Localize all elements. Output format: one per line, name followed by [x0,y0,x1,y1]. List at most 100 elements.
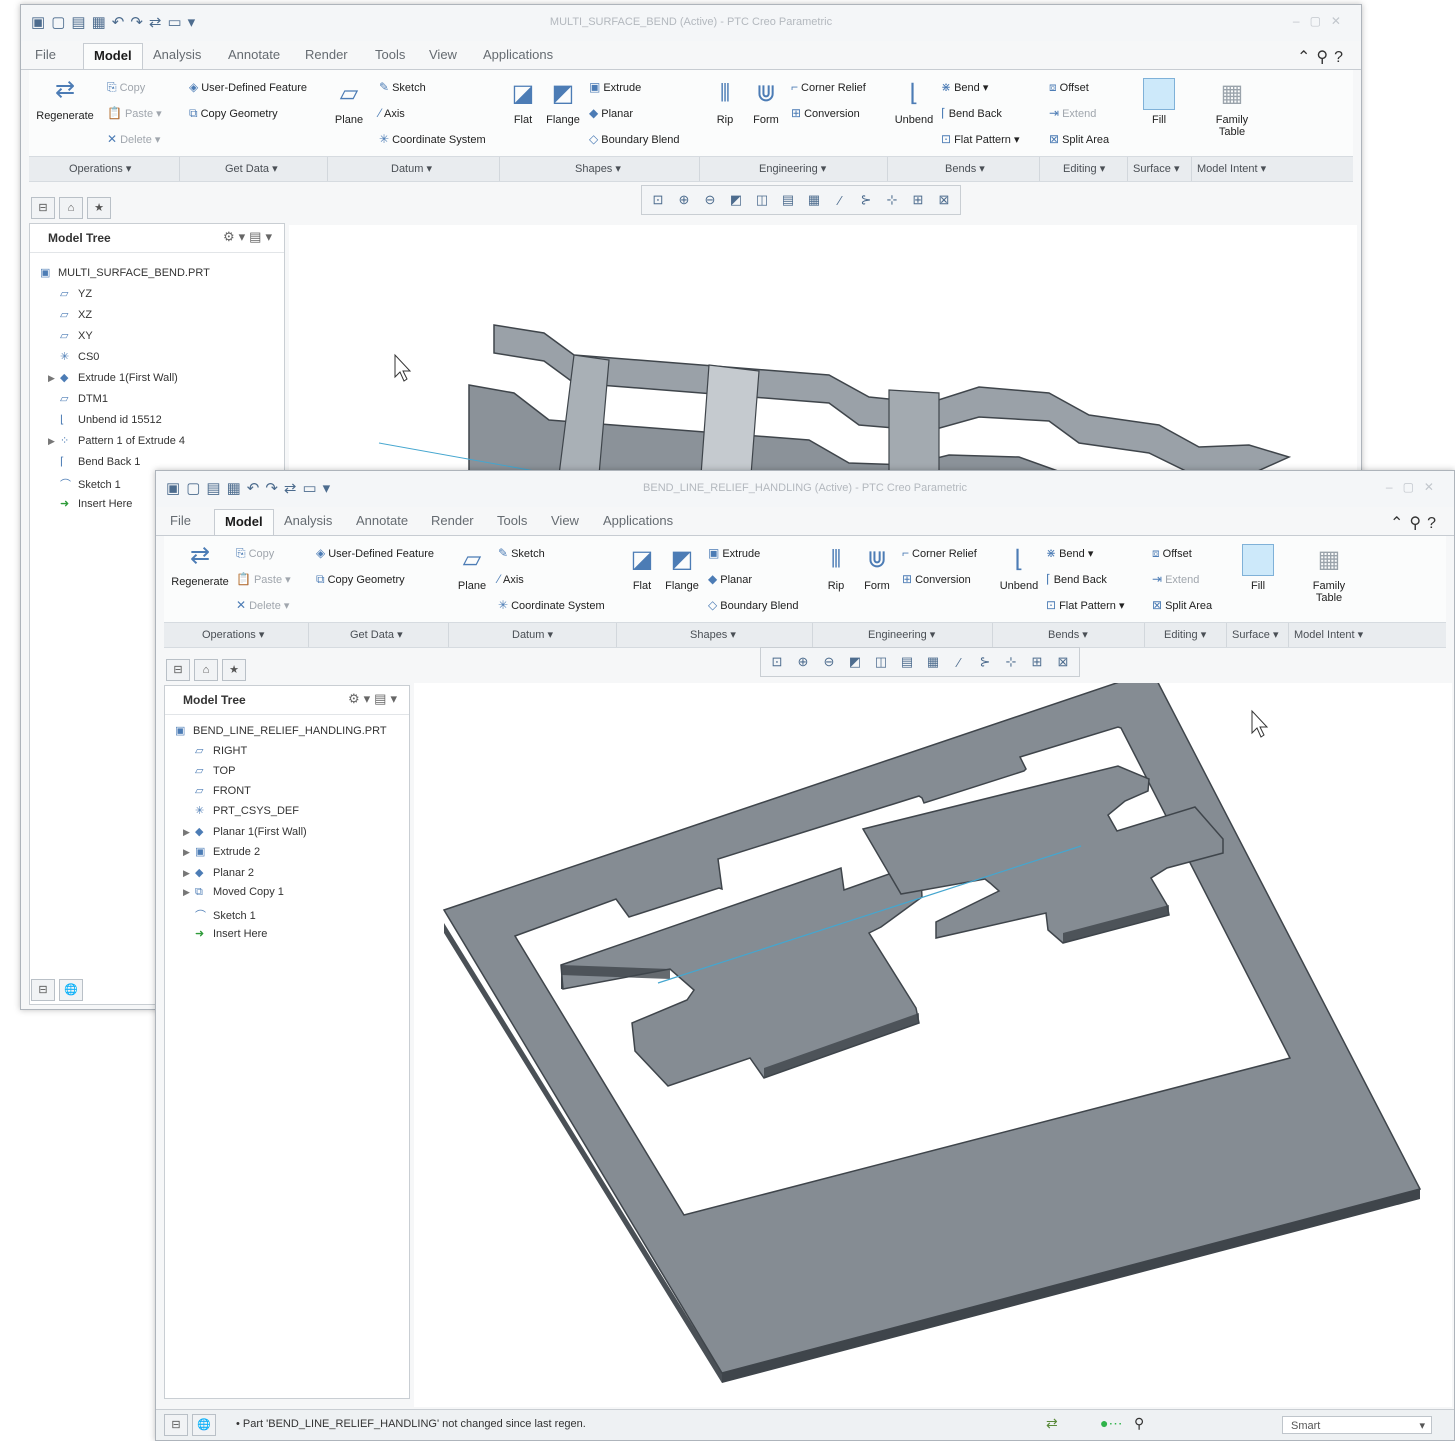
rip-button[interactable]: ⫴ Rip [709,78,741,126]
flat-button[interactable]: ◪ Flat [505,78,541,126]
split-area-button[interactable]: ⊠ Split Area [1049,132,1109,146]
bend-button[interactable]: ⋇ Bend ▾ [1046,546,1093,560]
tab-applications[interactable]: Applications [603,513,673,528]
group-model-intent[interactable]: Model Intent ▾ [1294,628,1363,641]
tree-node[interactable]: ✳ PRT_CSYS_DEF [195,804,299,817]
group-get-data[interactable]: Get Data ▾ [350,628,403,641]
bend-back-button[interactable]: ⌈ Bend Back [941,106,1002,120]
zoom-out-icon[interactable]: ⊖ [819,654,839,670]
group-shapes[interactable]: Shapes ▾ [690,628,736,641]
refit-icon[interactable]: ⊡ [648,192,668,208]
zoom-out-icon[interactable]: ⊖ [700,192,720,208]
tree-node[interactable]: ✳ CS0 [60,350,99,363]
axis-button[interactable]: ⁄ Axis [498,572,524,586]
corner-relief-button[interactable]: ⌐ Corner Relief [791,80,866,94]
tab-annotate[interactable]: Annotate [228,47,280,62]
planar-button[interactable]: ◆ Planar [708,572,752,586]
tree-node[interactable]: ⌒ Sketch 1 [60,476,121,492]
tab-applications[interactable]: Applications [483,47,553,62]
plane-button[interactable]: ▱ Plane [329,78,369,126]
expand-icon[interactable]: ▶ [183,827,195,838]
tab-analysis[interactable]: Analysis [153,47,201,62]
tree-node[interactable]: ▶ ◆ Planar 1(First Wall) [183,825,307,838]
tree-root[interactable]: ▣ MULTI_SURFACE_BEND.PRT [40,266,210,279]
tab-analysis[interactable]: Analysis [284,513,332,528]
flat-pattern-button[interactable]: ⊡ Flat Pattern ▾ [941,132,1020,146]
copy-geometry-button[interactable]: ⧉ Copy Geometry [316,572,405,587]
tree-node[interactable]: ▱ RIGHT [195,744,247,757]
selection-filter-dropdown[interactable]: Smart ▾ [1282,1416,1432,1434]
expand-icon[interactable]: ▶ [48,373,60,384]
tab-model[interactable]: Model [83,43,143,69]
folder-browser-tab-icon[interactable]: ⌂ [194,659,218,681]
tree-node[interactable]: ▱ XZ [60,308,92,321]
saved-orientations-icon[interactable]: ▤ [778,192,798,208]
tree-node[interactable]: ▶ ◆ Extrude 1(First Wall) [48,371,178,384]
conversion-button[interactable]: ⊞ Conversion [791,106,860,120]
tree-settings-icon[interactable]: ⚙▾▤▾ [223,229,276,245]
paste-button[interactable]: 📋 Paste ▾ [107,106,162,120]
group-operations[interactable]: Operations ▾ [202,628,264,641]
axis-button[interactable]: ⁄ Axis [379,106,405,120]
group-datum[interactable]: Datum ▾ [512,628,553,641]
tab-tools[interactable]: Tools [497,513,527,528]
folder-browser-tab-icon[interactable]: ⌂ [59,197,83,219]
expand-icon[interactable]: ▶ [183,847,195,858]
tree-node[interactable]: ⌒ Sketch 1 [195,907,256,923]
tree-settings-icon[interactable]: ⚙▾▤▾ [348,691,401,707]
user-defined-feature-button[interactable]: ◈ User-Defined Feature [189,80,307,94]
extend-button[interactable]: ⇥ Extend [1152,572,1199,586]
zoom-in-icon[interactable]: ⊕ [793,654,813,670]
perspective-icon[interactable]: ⊞ [1027,654,1047,670]
refit-icon[interactable]: ⊡ [767,654,787,670]
boundary-blend-button[interactable]: ◇ Boundary Blend [589,132,680,146]
tree-node[interactable]: ➜ Insert Here [195,927,267,940]
group-model-intent[interactable]: Model Intent ▾ [1197,162,1266,175]
spin-center-icon[interactable]: ⊹ [1001,654,1021,670]
rip-button[interactable]: ⫴ Rip [820,544,852,592]
tab-render[interactable]: Render [305,47,348,62]
group-get-data[interactable]: Get Data ▾ [225,162,278,175]
display-style-icon[interactable]: ◫ [871,654,891,670]
expand-icon[interactable]: ▶ [48,436,60,447]
fill-button[interactable]: Fill [1236,544,1280,592]
regenerate-button[interactable]: ⇄ Regenerate [29,74,101,122]
display-style-icon[interactable]: ◫ [752,192,772,208]
tree-node[interactable]: ▱ FRONT [195,784,251,797]
window-controls[interactable]: –▢✕ [1386,480,1444,494]
form-button[interactable]: ⋓ Form [858,544,896,592]
flange-button[interactable]: ◩ Flange [662,544,702,592]
offset-button[interactable]: ⧈ Offset [1152,546,1192,561]
coordinate-system-button[interactable]: ✳ Coordinate System [498,598,605,612]
datum-display-icon[interactable]: ⁄ [830,193,850,208]
extrude-button[interactable]: ▣ Extrude [708,546,760,560]
tab-file[interactable]: File [35,47,56,62]
tab-view[interactable]: View [429,47,457,62]
form-button[interactable]: ⋓ Form [747,78,785,126]
bend-back-button[interactable]: ⌈ Bend Back [1046,572,1107,586]
appearance-icon[interactable]: ⊠ [934,192,954,208]
show-navigator-icon[interactable]: ⊟ [31,979,55,1001]
tree-node[interactable]: ▶ ▣ Extrude 2 [183,845,260,858]
delete-button[interactable]: ✕ Delete ▾ [236,598,289,612]
tree-node[interactable]: ▱ YZ [60,287,92,300]
group-shapes[interactable]: Shapes ▾ [575,162,621,175]
saved-orientations-icon[interactable]: ▤ [897,654,917,670]
tree-node[interactable]: ▶ ◆ Planar 2 [183,866,254,879]
extrude-button[interactable]: ▣ Extrude [589,80,641,94]
window-controls[interactable]: –▢✕ [1293,14,1351,28]
model-tree-tab-icon[interactable]: ⊟ [166,659,190,681]
unbend-button[interactable]: ⌊ Unbend [998,544,1040,592]
group-surface[interactable]: Surface ▾ [1232,628,1279,641]
expand-icon[interactable]: ▶ [183,887,195,898]
zoom-in-icon[interactable]: ⊕ [674,192,694,208]
delete-button[interactable]: ✕ Delete ▾ [107,132,160,146]
tree-node[interactable]: ▱ TOP [195,764,235,777]
graphics-area[interactable] [414,683,1452,1407]
conversion-button[interactable]: ⊞ Conversion [902,572,971,586]
coordinate-system-button[interactable]: ✳ Coordinate System [379,132,486,146]
copy-button[interactable]: ⎘ Copy [236,546,274,561]
perspective-icon[interactable]: ⊞ [908,192,928,208]
help-icons[interactable]: ⌃⚲? [1390,513,1442,533]
expand-icon[interactable]: ▶ [183,868,195,879]
